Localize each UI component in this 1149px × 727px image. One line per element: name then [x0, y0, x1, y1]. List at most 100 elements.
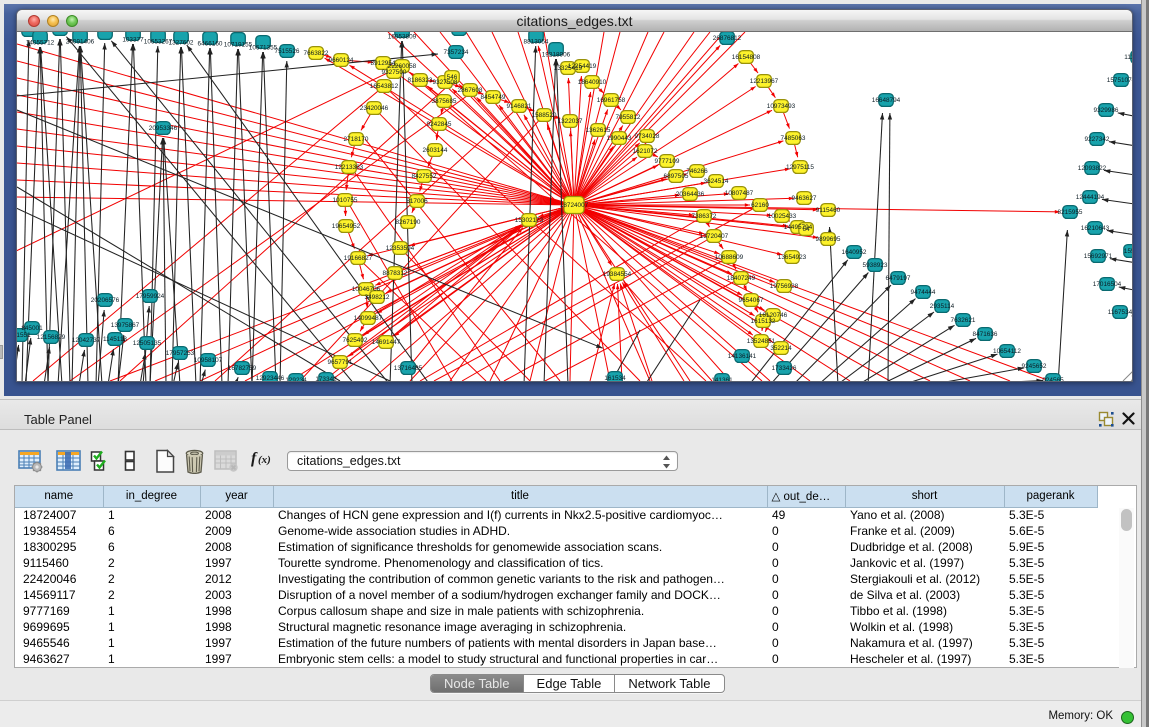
- svg-text:20953346: 20953346: [149, 125, 178, 132]
- svg-text:7663822: 7663822: [304, 50, 329, 57]
- svg-text:9660124: 9660124: [329, 57, 354, 64]
- svg-text:546: 546: [447, 74, 458, 81]
- svg-text:8813054: 8813054: [524, 39, 549, 46]
- svg-text:1362615: 1362615: [586, 127, 611, 134]
- svg-text:13720407: 13720407: [700, 233, 729, 240]
- svg-text:9115460: 9115460: [816, 207, 841, 214]
- svg-text:16210643: 16210643: [1081, 225, 1110, 232]
- svg-text:2935114: 2935114: [930, 303, 955, 310]
- svg-text:19756928: 19756928: [770, 283, 799, 290]
- svg-text:1733426: 1733426: [772, 365, 797, 372]
- svg-text:18407249: 18407249: [727, 275, 756, 282]
- svg-text:9329986: 9329986: [1094, 107, 1119, 114]
- svg-text:16154808: 16154808: [732, 54, 761, 61]
- svg-text:2603144: 2603144: [423, 147, 448, 154]
- svg-text:23420046: 23420046: [360, 105, 389, 112]
- svg-text:10688609: 10688609: [715, 254, 744, 261]
- svg-text:9654067: 9654067: [739, 297, 764, 304]
- svg-text:1553: 1553: [1124, 248, 1132, 255]
- svg-text:14136141: 14136141: [728, 353, 757, 360]
- svg-text:1010755: 1010755: [333, 197, 358, 204]
- svg-text:7386372: 7386372: [692, 213, 717, 220]
- svg-text:12213363: 12213363: [335, 164, 364, 171]
- svg-text:12156829: 12156829: [37, 334, 66, 341]
- svg-text:8267190: 8267190: [396, 219, 421, 226]
- svg-text:6479197: 6479197: [886, 275, 911, 282]
- svg-text:26876812: 26876812: [713, 35, 742, 42]
- svg-text:746266: 746266: [686, 168, 708, 175]
- svg-text:17016504: 17016504: [1093, 281, 1122, 288]
- svg-text:845001: 845001: [21, 325, 43, 332]
- svg-text:12975115: 12975115: [786, 164, 814, 171]
- svg-text:15302173: 15302173: [515, 217, 544, 224]
- svg-text:7485063: 7485063: [781, 135, 806, 142]
- svg-text:15751074: 15751074: [1107, 77, 1132, 84]
- svg-text:1990443: 1990443: [607, 135, 632, 142]
- svg-text:8454749: 8454749: [481, 94, 506, 101]
- svg-text:12213967: 12213967: [750, 78, 779, 85]
- svg-text:1322037: 1322037: [558, 118, 583, 125]
- svg-text:14099487: 14099487: [354, 315, 383, 322]
- svg-text:10025433: 10025433: [768, 213, 797, 220]
- svg-text:17959924: 17959924: [136, 293, 165, 300]
- svg-text:3624514: 3624514: [704, 178, 729, 185]
- svg-text:10973493: 10973493: [767, 103, 796, 110]
- svg-text:12444194: 12444194: [1076, 194, 1105, 201]
- svg-text:173342: 173342: [315, 376, 337, 381]
- svg-text:6466160: 6466160: [198, 41, 223, 48]
- svg-text:10671355: 10671355: [249, 45, 278, 52]
- svg-text:1615132: 1615132: [751, 318, 776, 325]
- svg-text:13654923: 13654923: [778, 254, 807, 261]
- svg-text:19218906: 19218906: [542, 52, 571, 59]
- svg-text:1588520: 1588520: [532, 112, 557, 119]
- svg-text:5938923: 5938923: [863, 262, 888, 269]
- svg-text:161534: 161534: [604, 375, 626, 381]
- svg-text:141361: 141361: [711, 377, 733, 381]
- svg-text:12042737: 12042737: [72, 337, 101, 344]
- svg-text:12505135: 12505135: [133, 340, 162, 347]
- svg-text:9242845: 9242845: [427, 121, 452, 128]
- svg-text:7357234: 7357234: [444, 49, 469, 56]
- svg-text:1640952: 1640952: [842, 249, 867, 256]
- svg-text:16961758: 16961758: [597, 97, 626, 104]
- svg-text:9734028: 9734028: [635, 133, 660, 140]
- svg-text:9327500: 9327500: [382, 69, 407, 76]
- svg-text:3498212: 3498212: [365, 294, 390, 301]
- svg-text:14691447: 14691447: [372, 339, 401, 346]
- svg-text:391551: 391551: [17, 332, 31, 339]
- svg-text:19384554: 19384554: [603, 271, 632, 278]
- svg-text:16053809: 16053809: [388, 34, 417, 41]
- svg-text:12923446: 12923446: [256, 375, 285, 381]
- svg-text:1327602: 1327602: [169, 40, 194, 47]
- svg-text:2718170: 2718170: [344, 136, 369, 143]
- svg-text:9899695: 9899695: [816, 236, 841, 243]
- svg-text:16543812: 16543812: [370, 83, 399, 90]
- svg-text:13716485: 13716485: [394, 365, 423, 372]
- svg-text:13524851: 13524851: [747, 338, 776, 345]
- svg-text:9463627: 9463627: [792, 195, 817, 202]
- svg-text:9245652: 9245652: [1022, 363, 1047, 370]
- svg-text:18640910: 18640910: [578, 79, 607, 86]
- svg-text:9227342: 9227342: [1085, 136, 1110, 143]
- svg-text:10807487: 10807487: [725, 190, 754, 197]
- svg-text:15692971: 15692971: [1084, 253, 1113, 260]
- svg-text:19654952: 19654952: [332, 223, 361, 230]
- svg-text:62160: 62160: [751, 202, 769, 209]
- svg-text:6897505: 6897505: [664, 173, 689, 180]
- svg-text:17957253: 17957253: [166, 350, 195, 357]
- svg-text:19166827: 19166827: [344, 255, 373, 262]
- svg-text:20091406: 20091406: [66, 39, 95, 46]
- svg-text:1145113: 1145113: [103, 336, 127, 343]
- svg-text:8878312: 8878312: [383, 270, 408, 277]
- svg-text:20206576: 20206576: [91, 297, 120, 304]
- svg-text:1167534: 1167534: [1108, 309, 1132, 316]
- svg-text:18724007: 18724007: [560, 202, 589, 209]
- svg-text:9777109: 9777109: [655, 158, 680, 165]
- svg-text:10046706: 10046706: [352, 286, 381, 293]
- svg-text:16648794: 16648794: [872, 97, 901, 104]
- svg-text:11123525: 11123525: [1124, 54, 1132, 61]
- svg-text:3875685: 3875685: [432, 98, 457, 105]
- svg-text:10654112: 10654112: [993, 348, 1021, 355]
- svg-text:7632621: 7632621: [951, 317, 976, 324]
- svg-text:13975867: 13975867: [111, 322, 140, 329]
